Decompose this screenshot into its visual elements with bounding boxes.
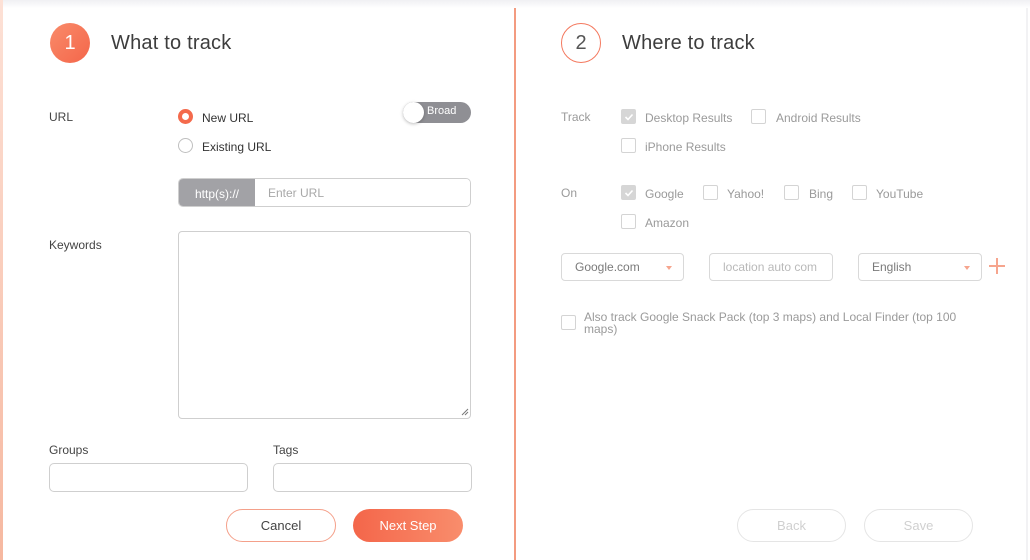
step-2-title: Where to track bbox=[622, 32, 755, 54]
google-label[interactable]: Google bbox=[645, 187, 684, 201]
language-select[interactable]: English bbox=[858, 253, 982, 281]
step-1-title: What to track bbox=[111, 32, 232, 54]
amazon-checkbox[interactable] bbox=[621, 214, 636, 229]
broad-match-toggle[interactable]: Broad bbox=[403, 102, 471, 123]
track-setup-page: 1 What to track URL New URL Existing URL… bbox=[0, 0, 1030, 560]
groups-label: Groups bbox=[49, 443, 89, 457]
step-2-badge: 2 bbox=[561, 23, 601, 63]
language-value: English bbox=[872, 260, 912, 274]
bing-checkbox[interactable] bbox=[784, 185, 799, 200]
top-shadow bbox=[0, 0, 1030, 8]
save-button[interactable]: Save bbox=[864, 509, 973, 542]
android-results-checkbox[interactable] bbox=[751, 109, 766, 124]
track-label: Track bbox=[561, 110, 591, 124]
on-label: On bbox=[561, 186, 578, 200]
url-protocol-prefix: http(s):// bbox=[179, 179, 255, 206]
cancel-button[interactable]: Cancel bbox=[226, 509, 336, 542]
url-input-group: http(s):// bbox=[178, 178, 471, 207]
caret-down-icon bbox=[964, 266, 970, 270]
next-step-button[interactable]: Next Step bbox=[353, 509, 463, 542]
toggle-label: Broad bbox=[427, 105, 457, 117]
url-label: URL bbox=[49, 110, 74, 124]
iphone-results-checkbox[interactable] bbox=[621, 138, 636, 153]
snack-pack-label[interactable]: Also track Google Snack Pack (top 3 maps… bbox=[584, 311, 969, 335]
groups-input[interactable] bbox=[49, 463, 248, 492]
search-domain-value: Google.com bbox=[575, 260, 640, 274]
amazon-label[interactable]: Amazon bbox=[645, 216, 689, 230]
new-url-label[interactable]: New URL bbox=[202, 111, 253, 125]
location-input[interactable] bbox=[709, 253, 833, 281]
google-checkbox[interactable] bbox=[621, 185, 636, 200]
existing-url-radio[interactable] bbox=[178, 138, 193, 153]
existing-url-label[interactable]: Existing URL bbox=[202, 140, 271, 154]
android-results-label[interactable]: Android Results bbox=[776, 111, 861, 125]
keywords-label: Keywords bbox=[49, 238, 102, 252]
section-divider bbox=[514, 8, 516, 560]
search-domain-select[interactable]: Google.com bbox=[561, 253, 684, 281]
resize-grip-icon[interactable] bbox=[461, 408, 469, 416]
right-edge bbox=[1026, 8, 1028, 560]
caret-down-icon bbox=[666, 266, 672, 270]
desktop-results-label[interactable]: Desktop Results bbox=[645, 111, 732, 125]
step-1-badge: 1 bbox=[50, 23, 90, 63]
add-location-plus-icon[interactable] bbox=[989, 258, 1005, 274]
new-url-radio[interactable] bbox=[178, 109, 193, 124]
back-button[interactable]: Back bbox=[737, 509, 846, 542]
youtube-label[interactable]: YouTube bbox=[876, 187, 923, 201]
tags-input[interactable] bbox=[273, 463, 472, 492]
check-icon bbox=[624, 113, 634, 121]
url-input[interactable] bbox=[255, 179, 470, 206]
tags-label: Tags bbox=[273, 443, 299, 457]
snack-pack-checkbox[interactable] bbox=[561, 315, 576, 330]
check-icon bbox=[624, 189, 634, 197]
toggle-knob bbox=[403, 102, 424, 123]
left-edge-accent bbox=[0, 0, 3, 560]
youtube-checkbox[interactable] bbox=[852, 185, 867, 200]
yahoo-label[interactable]: Yahoo! bbox=[727, 187, 764, 201]
bing-label[interactable]: Bing bbox=[809, 187, 833, 201]
desktop-results-checkbox[interactable] bbox=[621, 109, 636, 124]
iphone-results-label[interactable]: iPhone Results bbox=[645, 140, 726, 154]
keywords-textarea[interactable] bbox=[178, 231, 471, 419]
yahoo-checkbox[interactable] bbox=[703, 185, 718, 200]
